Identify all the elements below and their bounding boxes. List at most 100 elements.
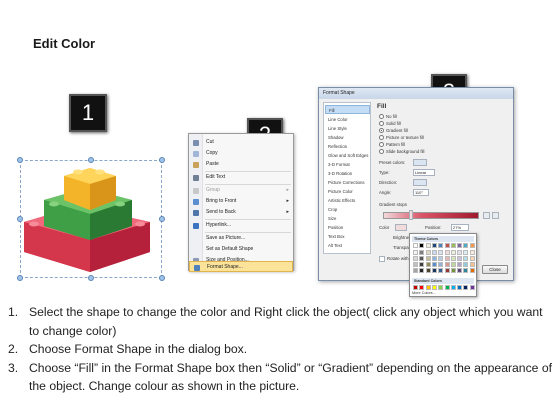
add-stop-button[interactable] [483,212,490,219]
category-size[interactable]: Size [325,214,370,223]
resize-handle-s[interactable] [88,275,94,281]
color-swatch[interactable] [469,250,475,255]
color-swatch[interactable] [431,243,437,248]
menu-item-copy[interactable]: Copy [189,148,293,159]
dialog-title-bar[interactable]: Format Shape [319,88,513,99]
radio-solid-fill[interactable]: Solid fill [379,120,401,127]
menu-item-edit-text[interactable]: Edit Text [189,172,293,183]
type-dropdown[interactable]: Linear [413,169,435,176]
color-swatch[interactable] [438,250,444,255]
color-swatch[interactable] [457,243,463,248]
color-swatch[interactable] [425,243,431,248]
angle-input[interactable]: 110° [413,189,429,196]
color-swatch[interactable] [450,256,456,261]
menu-item-hyperlink[interactable]: Hyperlink... [189,220,293,231]
resize-handle-ne[interactable] [159,157,165,163]
category-crop[interactable]: Crop [325,205,370,214]
category-alt-text[interactable]: Alt Text [325,241,370,250]
color-swatch[interactable] [419,243,425,248]
color-swatch[interactable] [469,262,475,267]
color-swatch[interactable] [413,262,418,267]
color-swatch[interactable] [419,268,425,273]
color-swatch[interactable] [463,243,469,248]
resize-handle-se[interactable] [159,275,165,281]
close-button[interactable]: Close [482,265,508,274]
menu-item-paste[interactable]: Paste [189,159,293,170]
color-swatch[interactable] [438,285,444,290]
resize-handle-nw[interactable] [17,157,23,163]
color-swatch[interactable] [463,256,469,261]
resize-handle-n[interactable] [88,157,94,163]
menu-item-cut[interactable]: Cut [189,137,293,148]
color-swatch[interactable] [431,268,437,273]
rotate-with-shape-checkbox[interactable] [379,256,385,262]
preset-colors-dropdown[interactable] [413,159,427,166]
color-swatch[interactable] [425,285,431,290]
color-swatch[interactable] [438,243,444,248]
radio-gradient-fill[interactable]: Gradient fill [379,127,408,134]
color-swatch[interactable] [431,250,437,255]
radio-pattern-fill[interactable]: Pattern fill [379,141,405,148]
color-swatch[interactable] [450,250,456,255]
color-swatch[interactable] [457,268,463,273]
more-colors-link[interactable]: More Colors... [412,291,436,295]
category-glow-soft-edges[interactable]: Glow and Soft Edges [325,151,370,160]
color-swatch[interactable] [463,268,469,273]
category-3d-format[interactable]: 3-D Format [325,160,370,169]
color-swatch[interactable] [431,256,437,261]
gradient-stops-slider[interactable] [383,212,479,219]
color-swatch[interactable] [413,243,418,248]
color-swatch[interactable] [413,256,418,261]
resize-handle-sw[interactable] [17,275,23,281]
color-swatch[interactable] [413,250,418,255]
color-swatch[interactable] [469,285,475,290]
color-swatch[interactable] [469,268,475,273]
color-swatch[interactable] [444,243,450,248]
color-swatch[interactable] [450,285,456,290]
color-swatch[interactable] [438,268,444,273]
radio-slide-background-fill[interactable]: Slide background fill [379,148,424,155]
color-swatch[interactable] [444,256,450,261]
color-swatch[interactable] [469,243,475,248]
category-text-box[interactable]: Text Box [325,232,370,241]
color-swatch[interactable] [444,250,450,255]
color-swatch[interactable] [413,268,418,273]
menu-item-set-default-shape[interactable]: Set as Default Shape [189,244,293,255]
color-swatch[interactable] [463,285,469,290]
color-swatch[interactable] [431,262,437,267]
resize-handle-e[interactable] [159,216,165,222]
color-swatch[interactable] [463,262,469,267]
menu-item-send-to-back[interactable]: Send to Back ▸ [189,207,293,218]
category-shadow[interactable]: Shadow [325,133,370,142]
color-swatch[interactable] [444,285,450,290]
color-swatch[interactable] [469,256,475,261]
color-swatch[interactable] [457,250,463,255]
color-swatch[interactable] [450,243,456,248]
category-fill[interactable]: Fill [325,105,370,114]
color-swatch[interactable] [444,268,450,273]
position-input[interactable]: 27% [451,224,469,231]
color-swatch[interactable] [431,285,437,290]
category-3d-rotation[interactable]: 3-D Rotation [325,169,370,178]
color-swatch[interactable] [457,262,463,267]
category-reflection[interactable]: Reflection [325,142,370,151]
radio-picture-fill[interactable]: Picture or texture fill [379,134,424,141]
color-swatch[interactable] [425,256,431,261]
remove-stop-button[interactable] [492,212,499,219]
category-line-style[interactable]: Line Style [325,124,370,133]
color-swatch[interactable] [438,262,444,267]
color-swatch[interactable] [419,285,425,290]
category-position[interactable]: Position [325,223,370,232]
color-swatch[interactable] [450,262,456,267]
color-swatch[interactable] [413,285,418,290]
color-swatch[interactable] [450,268,456,273]
menu-item-save-as-picture[interactable]: Save as Picture... [189,233,293,244]
color-swatch[interactable] [457,285,463,290]
menu-item-format-shape[interactable]: Format Shape... [189,261,293,272]
gradient-stop-marker[interactable] [409,210,413,220]
color-swatch[interactable] [444,262,450,267]
radio-no-fill[interactable]: No fill [379,113,397,120]
color-swatch[interactable] [419,262,425,267]
lego-shape-selection[interactable] [17,157,165,281]
color-swatch[interactable] [425,262,431,267]
